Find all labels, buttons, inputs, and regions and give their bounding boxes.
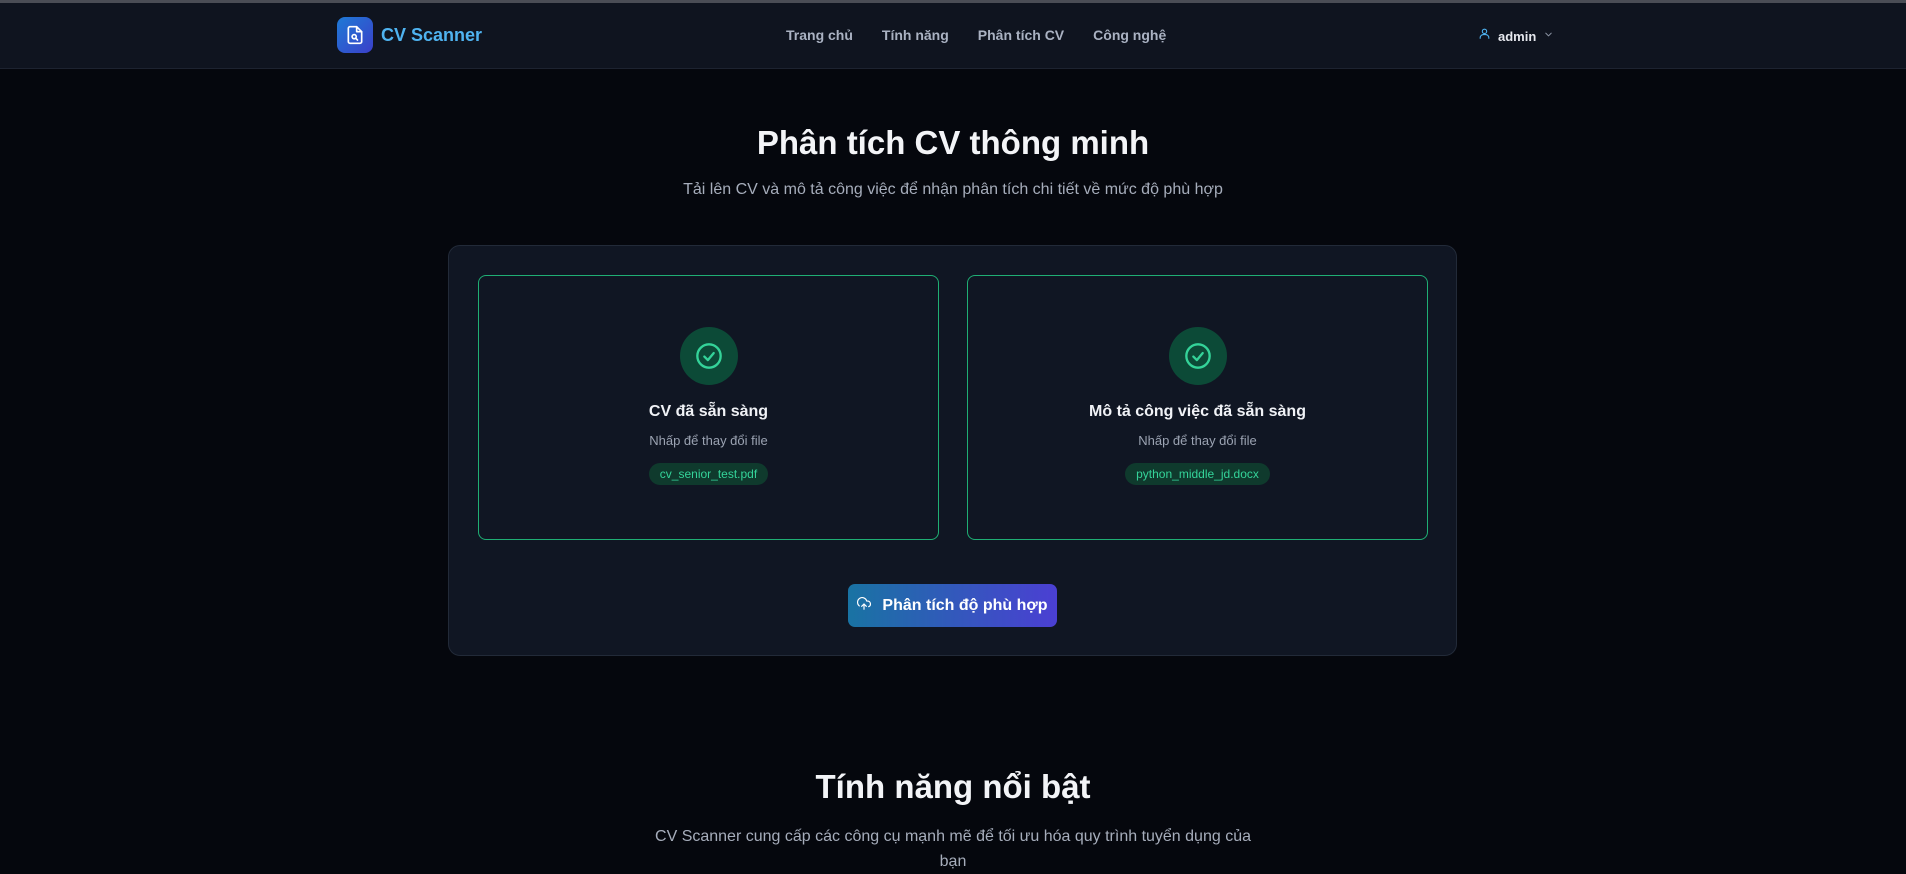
upload-panel: CV đã sẵn sàng Nhấp để thay đổi file cv_… bbox=[448, 245, 1457, 656]
page-subtitle: Tải lên CV và mô tả công việc để nhận ph… bbox=[683, 181, 1223, 198]
analyze-match-button[interactable]: Phân tích độ phù hợp bbox=[848, 584, 1057, 627]
main-nav: Trang chủ Tính năng Phân tích CV Công ng… bbox=[786, 27, 1166, 43]
check-circle-icon bbox=[1168, 327, 1227, 385]
chevron-down-icon bbox=[1543, 27, 1554, 45]
navbar: CV Scanner Trang chủ Tính năng Phân tích… bbox=[0, 3, 1906, 69]
cv-upload-card[interactable]: CV đã sẵn sàng Nhấp để thay đổi file cv_… bbox=[478, 275, 939, 540]
user-icon bbox=[1478, 27, 1491, 45]
nav-link-analyze-cv[interactable]: Phân tích CV bbox=[978, 27, 1064, 43]
jd-card-hint: Nhấp để thay đổi file bbox=[1138, 433, 1257, 448]
jd-upload-card[interactable]: Mô tả công việc đã sẵn sàng Nhấp để thay… bbox=[967, 275, 1428, 540]
features-title: Tính năng nổi bật bbox=[815, 768, 1091, 805]
brand[interactable]: CV Scanner bbox=[337, 17, 482, 53]
check-circle-icon bbox=[679, 327, 738, 385]
nav-link-technology[interactable]: Công nghệ bbox=[1093, 27, 1166, 43]
cloud-upload-icon bbox=[857, 597, 872, 614]
cv-card-hint: Nhấp để thay đổi file bbox=[649, 433, 768, 448]
brand-name: CV Scanner bbox=[381, 24, 483, 45]
features-subtitle: CV Scanner cung cấp các công cụ mạnh mẽ … bbox=[655, 828, 1251, 870]
cv-card-title: CV đã sẵn sàng bbox=[648, 403, 769, 420]
jd-file-name: python_middle_jd.docx bbox=[1125, 463, 1270, 485]
jd-card-title: Mô tả công việc đã sẵn sàng bbox=[1089, 403, 1306, 420]
page-title: Phân tích CV thông minh bbox=[756, 124, 1150, 161]
document-scan-icon bbox=[337, 17, 373, 53]
cv-file-name: cv_senior_test.pdf bbox=[648, 463, 769, 485]
analyze-button-label: Phân tích độ phù hợp bbox=[882, 596, 1048, 614]
nav-link-features[interactable]: Tính năng bbox=[882, 27, 949, 43]
nav-link-home[interactable]: Trang chủ bbox=[786, 27, 853, 43]
user-menu[interactable]: admin bbox=[1478, 27, 1554, 45]
user-name: admin bbox=[1498, 28, 1537, 44]
